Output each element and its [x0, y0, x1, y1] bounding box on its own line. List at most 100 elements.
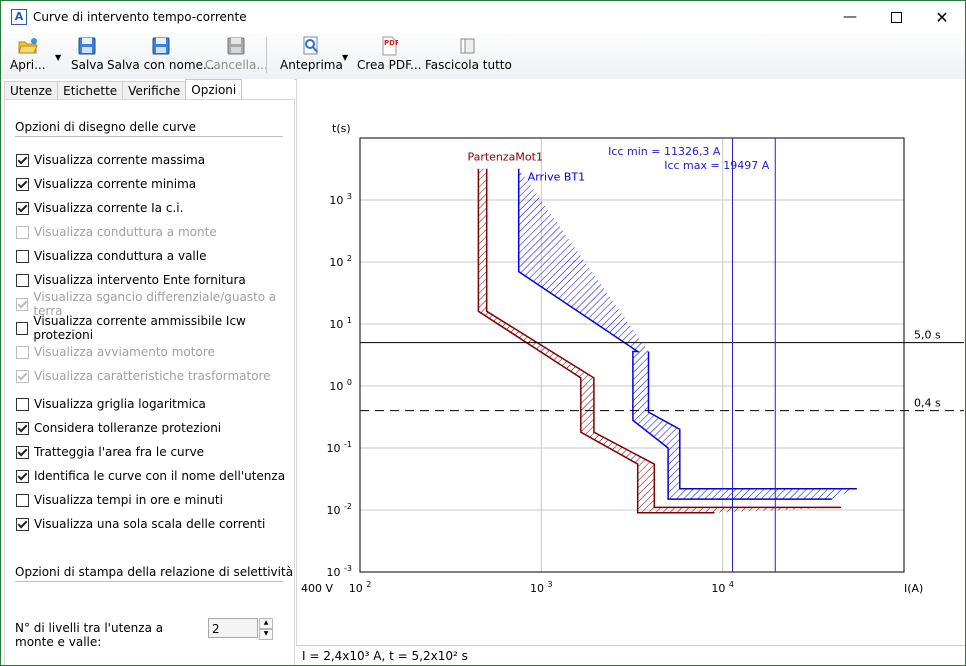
tab-opzioni[interactable]: Opzioni — [185, 79, 243, 101]
drawing-options-divider — [15, 136, 283, 137]
window-title: Curve di intervento tempo-corrente — [33, 10, 247, 24]
checkbox-checked-icon[interactable] — [16, 469, 29, 483]
curve-label-2: Arrive BT1 — [528, 171, 585, 184]
toolbar-separator — [266, 37, 267, 73]
option-checkbox-6[interactable]: Visualizza intervento Ente fornitura — [16, 272, 246, 288]
option-label: Visualizza tempi in ore e minuti — [34, 493, 223, 507]
create-pdf-button[interactable]: PDF Crea PDF... — [357, 35, 422, 75]
option-label: Visualizza caratteristiche trasformatore — [34, 369, 271, 383]
checkbox-checked-icon[interactable] — [16, 177, 29, 191]
curve-label-1: PartenzaMot1 — [467, 151, 543, 164]
y-tick-label-6: 10 -2 — [327, 502, 352, 517]
svg-text:PDF: PDF — [384, 39, 398, 47]
tab-verifiche[interactable]: Verifiche — [122, 81, 187, 100]
options-panel: Utenze Etichette Verifiche Opzioni Opzio… — [1, 79, 295, 665]
spin-down-icon[interactable]: ▼ — [259, 629, 273, 640]
x-tick-label-3: 10 4 — [711, 580, 734, 595]
checkbox-checked-icon — [16, 297, 29, 311]
checkbox-checked-icon[interactable] — [16, 517, 29, 531]
checkbox-unchecked-icon[interactable] — [16, 249, 29, 263]
option-checkbox-9: Visualizza avviamento motore — [16, 344, 215, 360]
levels-label: N° di livelli tra l'utenza a monte e val… — [15, 621, 164, 649]
voltage-label: 400 V — [301, 582, 333, 595]
option-checkbox-1[interactable]: Visualizza corrente massima — [16, 152, 205, 168]
option-checkbox-13[interactable]: Tratteggia l'area fra le curve — [16, 444, 204, 460]
print-options-divider — [15, 581, 283, 582]
option-checkbox-14[interactable]: Identifica le curve con il nome dell'ute… — [16, 468, 285, 484]
checkbox-unchecked-icon — [16, 225, 29, 239]
option-label: Visualizza conduttura a valle — [34, 249, 207, 263]
option-label: Visualizza corrente massima — [34, 153, 206, 167]
option-checkbox-15[interactable]: Visualizza tempi in ore e minuti — [16, 492, 223, 508]
minimize-button[interactable]: — — [827, 1, 873, 33]
option-checkbox-12[interactable]: Considera tolleranze protezioni — [16, 420, 221, 436]
option-checkbox-2[interactable]: Visualizza corrente minima — [16, 176, 196, 192]
spin-up-icon[interactable]: ▲ — [259, 618, 273, 629]
status-bar: I = 2,4x10³ A, t = 5,2x10² s — [296, 645, 965, 665]
option-checkbox-10: Visualizza caratteristiche trasformatore — [16, 368, 271, 384]
delete-button[interactable]: Cancella... — [205, 35, 268, 75]
checkbox-unchecked-icon — [16, 345, 29, 359]
time-reference-label-1: 5,0 s — [914, 329, 941, 342]
option-label: Identifica le curve con il nome dell'ute… — [34, 469, 286, 483]
save-icon — [78, 35, 96, 57]
levels-spinner: ▲ ▼ — [259, 618, 273, 640]
option-label: Tratteggia l'area fra le curve — [34, 445, 205, 459]
preview-button[interactable]: Anteprima — [280, 35, 343, 75]
option-checkbox-4: Visualizza conduttura a monte — [16, 224, 217, 240]
y-tick-label-1: 10 3 — [329, 192, 352, 207]
checkbox-checked-icon[interactable] — [16, 445, 29, 459]
option-checkbox-3[interactable]: Visualizza corrente Ia c.i. — [16, 200, 183, 216]
main-window: A Curve di intervento tempo-corrente — ✕… — [0, 0, 966, 666]
maximize-icon — [890, 11, 902, 23]
app-icon: A — [11, 9, 27, 25]
checkbox-unchecked-icon[interactable] — [16, 493, 29, 507]
close-icon: ✕ — [935, 7, 949, 27]
checkbox-unchecked-icon[interactable] — [16, 273, 29, 287]
save-as-button[interactable]: Salva con nome... — [107, 35, 214, 75]
checkbox-checked-icon[interactable] — [16, 201, 29, 215]
chart-panel: PartenzaMot1 Arrive BT1 5,0 s 0,4 s Icc min … — [296, 79, 966, 665]
checkbox-unchecked-icon[interactable] — [16, 397, 29, 411]
save-as-icon — [152, 35, 170, 57]
tab-utenze[interactable]: Utenze — [4, 81, 59, 100]
option-checkbox-11[interactable]: Visualizza griglia logaritmica — [16, 396, 206, 412]
curve-band-2 — [518, 168, 857, 500]
time-current-chart[interactable]: PartenzaMot1 Arrive BT1 5,0 s 0,4 s Icc min … — [297, 79, 966, 645]
option-label: Visualizza corrente Ia c.i. — [34, 201, 184, 215]
checkbox-checked-icon[interactable] — [16, 153, 29, 167]
collate-button[interactable]: Fascicola tutto — [425, 35, 512, 75]
preview-dropdown-arrow-icon[interactable]: ▼ — [342, 53, 348, 62]
preview-magnifier-icon — [302, 35, 320, 57]
y-tick-label-5: 10 -1 — [327, 440, 352, 455]
documents-stack-icon — [458, 35, 478, 57]
drawing-options-title: Opzioni di disegno delle curve — [15, 120, 197, 134]
curve-line-2-max — [647, 351, 857, 490]
levels-input[interactable]: 2 — [208, 618, 258, 638]
save-button[interactable]: Salva — [71, 35, 104, 75]
option-label: Visualizza intervento Ente fornitura — [34, 273, 246, 287]
toolbar: Apri... ▼ Salva Salva con nome... Cancel… — [1, 33, 965, 80]
checkbox-unchecked-icon[interactable] — [16, 321, 29, 335]
y-tick-label-7: 10 -3 — [327, 564, 352, 579]
close-button[interactable]: ✕ — [919, 1, 965, 33]
option-label: Visualizza una sola scala delle correnti — [34, 517, 266, 531]
minimize-icon: — — [843, 9, 857, 25]
y-tick-label-3: 10 1 — [329, 316, 352, 331]
tab-etichette[interactable]: Etichette — [57, 81, 124, 100]
time-reference-label-2: 0,4 s — [914, 397, 941, 410]
option-label: Visualizza corrente minima — [34, 177, 197, 191]
option-label: Visualizza corrente ammissibile Icw prot… — [33, 314, 246, 342]
x-axis-label: I(A) — [904, 582, 923, 595]
maximize-button[interactable] — [873, 1, 919, 33]
title-bar: A Curve di intervento tempo-corrente — ✕ — [1, 1, 965, 33]
x-tick-label-2: 10 3 — [530, 580, 553, 595]
checkbox-checked-icon[interactable] — [16, 421, 29, 435]
option-checkbox-8[interactable]: Visualizza corrente ammissibile Icw prot… — [16, 314, 294, 342]
open-dropdown-arrow-icon[interactable]: ▼ — [55, 53, 61, 62]
delete-disk-icon — [227, 35, 245, 57]
option-checkbox-16[interactable]: Visualizza una sola scala delle correnti — [16, 516, 265, 532]
open-button[interactable]: Apri... — [10, 35, 46, 75]
print-options-title: Opzioni di stampa della relazione di sel… — [15, 565, 294, 579]
option-checkbox-5[interactable]: Visualizza conduttura a valle — [16, 248, 206, 264]
